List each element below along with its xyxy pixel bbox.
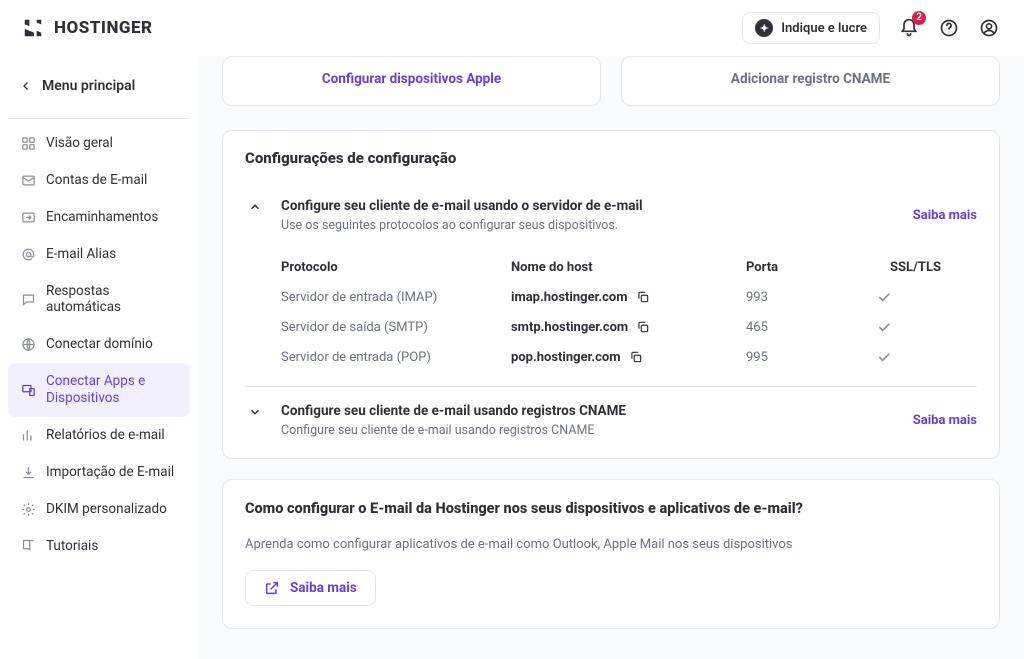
cell-port: 465: [746, 320, 876, 335]
sidebar-item-label: Relatórios de e-mail: [46, 427, 165, 444]
hostinger-logo-icon: [22, 17, 44, 39]
check-icon: [876, 349, 892, 365]
table-header-row: Protocolo Nome do host Porta SSL/TLS: [281, 253, 977, 282]
app-header: HOSTINGER ✦ Indique e lucre 2: [0, 0, 1024, 56]
sidebar-item-label: Conectar Apps e Dispositivos: [46, 373, 178, 407]
refer-label: Indique e lucre: [781, 21, 867, 36]
sidebar-item-email-accounts[interactable]: Contas de E-mail: [8, 162, 190, 199]
header-actions: ✦ Indique e lucre 2: [742, 12, 1000, 44]
sidebar-divider: [8, 118, 190, 119]
back-to-main-menu[interactable]: Menu principal: [8, 74, 190, 112]
sidebar-item-dkim[interactable]: DKIM personalizado: [8, 491, 190, 528]
accordion-subtitle: Configure seu cliente de e-mail usando r…: [281, 423, 897, 438]
sidebar-item-tutorials[interactable]: Tutoriais: [8, 528, 190, 565]
sidebar-item-label: E-mail Alias: [46, 246, 116, 263]
table-row: Servidor de entrada (POP) pop.hostinger.…: [281, 342, 977, 372]
notification-badge: 2: [912, 11, 926, 25]
card-title: Configurações de configuração: [245, 149, 977, 167]
at-icon: [20, 246, 36, 262]
copy-icon[interactable]: [636, 320, 650, 334]
sidebar-item-forwarding[interactable]: Encaminhamentos: [8, 199, 190, 236]
accordion-title: Configure seu cliente de e-mail usando o…: [281, 198, 897, 214]
sidebar-item-label: Respostas automáticas: [46, 283, 178, 317]
forward-icon: [20, 209, 36, 225]
accordion-title: Configure seu cliente de e-mail usando r…: [281, 403, 897, 419]
sidebar-item-label: Visão geral: [46, 135, 113, 152]
chat-icon: [20, 291, 36, 307]
col-ssl: SSL/TLS: [876, 260, 977, 275]
help-button[interactable]: [938, 17, 960, 39]
check-icon: [876, 289, 892, 305]
cell-host: imap.hostinger.com: [511, 290, 628, 305]
brand-logo[interactable]: HOSTINGER: [22, 17, 153, 39]
grid-icon: [20, 135, 36, 151]
sidebar: Menu principal Visão geral Contas de E-m…: [0, 56, 198, 659]
gear-icon: [20, 501, 36, 517]
chevron-down-icon: [248, 405, 262, 419]
add-cname-card[interactable]: Adicionar registro CNAME: [621, 56, 1000, 106]
col-protocol: Protocolo: [281, 260, 511, 275]
chart-icon: [20, 427, 36, 443]
learn-more-link[interactable]: Saiba mais: [913, 413, 977, 428]
sidebar-item-import[interactable]: Importação de E-mail: [8, 454, 190, 491]
sidebar-item-label: Encaminhamentos: [46, 209, 158, 226]
book-icon: [20, 538, 36, 554]
col-host: Nome do host: [511, 260, 746, 275]
learn-more-link[interactable]: Saiba mais: [913, 208, 977, 223]
accordion-server: Configure seu cliente de e-mail usando o…: [245, 181, 977, 372]
collapse-toggle[interactable]: [245, 198, 265, 214]
col-port: Porta: [746, 260, 876, 275]
back-label: Menu principal: [42, 78, 135, 94]
sidebar-item-label: Tutoriais: [46, 538, 98, 555]
cell-protocol: Servidor de saída (SMTP): [281, 320, 511, 335]
sidebar-item-overview[interactable]: Visão geral: [8, 125, 190, 162]
accordion-cname: Configure seu cliente de e-mail usando r…: [245, 386, 977, 452]
copy-icon[interactable]: [636, 290, 650, 304]
download-icon: [20, 464, 36, 480]
external-link-icon: [264, 580, 280, 596]
mail-icon: [20, 172, 36, 188]
help-subtitle: Aprenda como configurar aplicativos de e…: [245, 537, 977, 552]
help-title: Como configurar o E-mail da Hostinger no…: [245, 500, 977, 517]
configure-apple-card[interactable]: Configurar dispositivos Apple: [222, 56, 601, 106]
sidebar-item-label: DKIM personalizado: [46, 501, 167, 518]
account-button[interactable]: [978, 17, 1000, 39]
sidebar-item-label: Conectar domínio: [46, 336, 153, 353]
cell-host: smtp.hostinger.com: [511, 320, 628, 335]
chevron-left-icon: [20, 80, 32, 92]
sidebar-item-label: Contas de E-mail: [46, 172, 147, 189]
table-row: Servidor de entrada (IMAP) imap.hostinge…: [281, 282, 977, 312]
cell-host: pop.hostinger.com: [511, 350, 621, 365]
refer-button[interactable]: ✦ Indique e lucre: [742, 12, 880, 44]
accordion-subtitle: Use os seguintes protocolos ao configura…: [281, 218, 897, 233]
learn-more-label: Saiba mais: [290, 580, 357, 596]
cell-port: 993: [746, 290, 876, 305]
sidebar-item-alias[interactable]: E-mail Alias: [8, 236, 190, 273]
cell-protocol: Servidor de entrada (POP): [281, 350, 511, 365]
cell-port: 995: [746, 350, 876, 365]
check-icon: [876, 319, 892, 335]
main-content: Configurar dispositivos Apple Adicionar …: [198, 56, 1024, 659]
notifications-button[interactable]: 2: [898, 17, 920, 39]
sparkle-icon: ✦: [755, 19, 773, 37]
copy-icon[interactable]: [629, 350, 643, 364]
cell-protocol: Servidor de entrada (IMAP): [281, 290, 511, 305]
sidebar-item-connect-domain[interactable]: Conectar domínio: [8, 326, 190, 363]
globe-icon: [20, 337, 36, 353]
expand-toggle[interactable]: [245, 403, 265, 419]
sidebar-item-label: Importação de E-mail: [46, 464, 174, 481]
configuration-settings-card: Configurações de configuração Configure …: [222, 130, 1000, 459]
learn-more-button[interactable]: Saiba mais: [245, 570, 376, 606]
table-row: Servidor de saída (SMTP) smtp.hostinger.…: [281, 312, 977, 342]
sidebar-item-autoresponders[interactable]: Respostas automáticas: [8, 273, 190, 327]
brand-name: HOSTINGER: [54, 18, 153, 38]
help-card: Como configurar o E-mail da Hostinger no…: [222, 479, 1000, 629]
devices-icon: [20, 382, 36, 398]
protocol-table: Protocolo Nome do host Porta SSL/TLS Ser…: [281, 253, 977, 372]
sidebar-item-reports[interactable]: Relatórios de e-mail: [8, 417, 190, 454]
sidebar-item-connect-apps[interactable]: Conectar Apps e Dispositivos: [8, 363, 190, 417]
help-circle-icon: [939, 18, 959, 38]
user-circle-icon: [979, 18, 999, 38]
chevron-up-icon: [248, 200, 262, 214]
